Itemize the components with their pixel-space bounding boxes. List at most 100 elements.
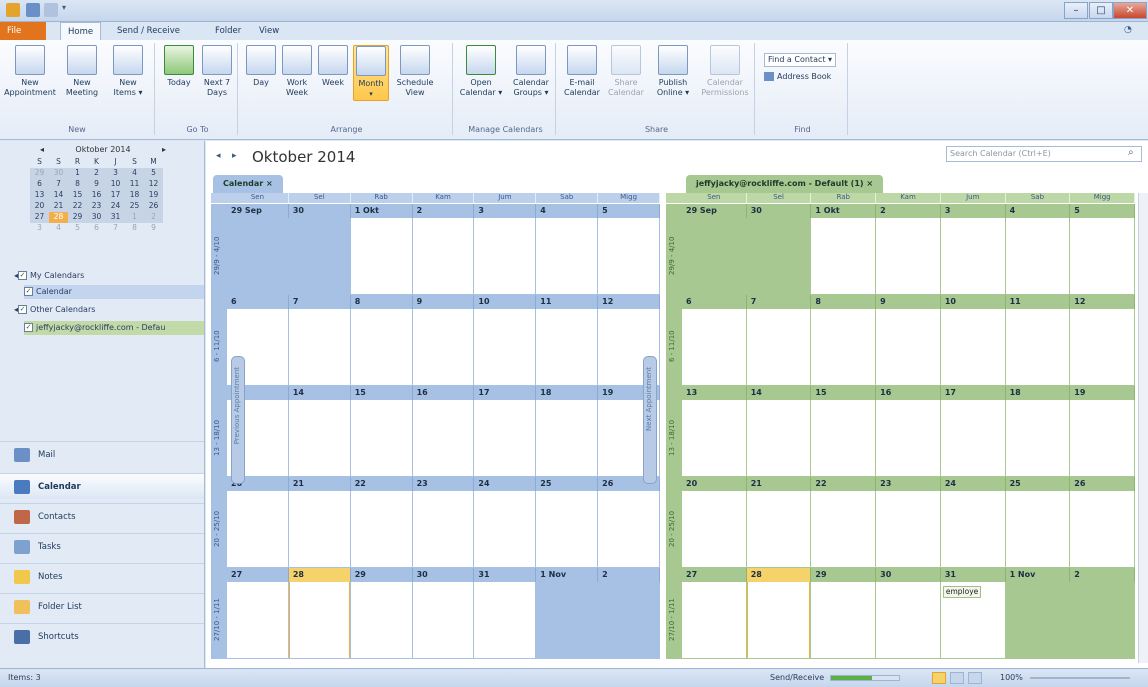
- nav-shortcuts[interactable]: Shortcuts: [0, 623, 204, 649]
- day-label[interactable]: 29: [811, 568, 877, 582]
- day-cell[interactable]: [876, 582, 940, 658]
- day-label[interactable]: 10: [940, 295, 1006, 309]
- date-navigator-day[interactable]: 17: [106, 190, 125, 201]
- day-cell[interactable]: [811, 491, 876, 567]
- day-cell[interactable]: [682, 309, 746, 385]
- day-label[interactable]: 12: [598, 295, 660, 309]
- day-label[interactable]: 3: [474, 204, 537, 218]
- day-label[interactable]: 24: [474, 477, 537, 491]
- day-cell[interactable]: [746, 582, 811, 658]
- close-button[interactable]: ✕: [1113, 2, 1147, 19]
- publish-online-button[interactable]: Publish Online ▾: [651, 45, 695, 98]
- date-navigator-day[interactable]: 28: [49, 212, 68, 223]
- checkbox-icon[interactable]: ✓: [24, 323, 33, 332]
- day-label[interactable]: 23: [876, 477, 941, 491]
- zoom-slider[interactable]: [1030, 677, 1130, 679]
- calendar-permissions-button[interactable]: Calendar Permissions: [699, 45, 751, 98]
- tab-view[interactable]: View: [252, 22, 286, 40]
- day-cell[interactable]: [474, 491, 536, 567]
- date-navigator-day[interactable]: 25: [125, 201, 144, 212]
- reading-view-icon[interactable]: [950, 672, 964, 684]
- date-navigator-day[interactable]: 14: [49, 190, 68, 201]
- work-week-button[interactable]: Work Week: [281, 45, 313, 98]
- day-cell[interactable]: [682, 400, 746, 476]
- day-label[interactable]: 11: [1005, 295, 1071, 309]
- day-label[interactable]: 8: [811, 295, 877, 309]
- normal-view-icon[interactable]: [932, 672, 946, 684]
- date-navigator-day[interactable]: 10: [106, 179, 125, 190]
- help-icon[interactable]: ◔: [1124, 25, 1142, 37]
- tree-shared-calendar[interactable]: ✓ jeffyjacky@rockliffe.com - Defau: [24, 321, 204, 335]
- day-cell[interactable]: [811, 218, 876, 294]
- day-label[interactable]: 29: [350, 568, 413, 582]
- day-label[interactable]: 1 Okt: [811, 204, 877, 218]
- date-navigator-day[interactable]: 19: [144, 190, 163, 201]
- date-navigator-day[interactable]: 8: [125, 223, 144, 234]
- day-label[interactable]: 31: [474, 568, 537, 582]
- day-cell[interactable]: [940, 400, 1005, 476]
- appointment-item[interactable]: employe: [942, 586, 982, 598]
- day-cell[interactable]: [288, 400, 350, 476]
- day-cell[interactable]: [536, 582, 598, 658]
- day-label[interactable]: 29 Sep: [227, 204, 289, 218]
- new-items-button[interactable]: New Items ▾: [106, 45, 150, 98]
- tab-file[interactable]: File: [0, 22, 46, 40]
- date-navigator-day[interactable]: 6: [87, 223, 106, 234]
- day-label[interactable]: 26: [1070, 477, 1135, 491]
- day-cell[interactable]: [350, 400, 412, 476]
- day-label[interactable]: 17: [940, 386, 1006, 400]
- day-cell[interactable]: [876, 218, 940, 294]
- day-cell[interactable]: [474, 582, 536, 658]
- day-cell[interactable]: [288, 218, 350, 294]
- day-label[interactable]: 6: [227, 295, 289, 309]
- day-cell[interactable]: [598, 582, 659, 658]
- date-navigator-day[interactable]: 22: [68, 201, 87, 212]
- day-cell[interactable]: [1070, 491, 1134, 567]
- tab-send-receive[interactable]: Send / Receive: [110, 22, 187, 40]
- date-navigator-day[interactable]: 2: [87, 168, 106, 179]
- date-navigator-day[interactable]: 9: [144, 223, 163, 234]
- tree-calendar[interactable]: ✓ Calendar: [24, 285, 204, 299]
- next-appointment-tab[interactable]: Next Appointment: [643, 356, 657, 484]
- day-label[interactable]: 30: [288, 204, 351, 218]
- share-calendar-button[interactable]: Share Calendar: [605, 45, 647, 98]
- nav-mail[interactable]: Mail: [0, 441, 204, 467]
- checkbox-icon[interactable]: ✓: [18, 305, 28, 314]
- maximize-button[interactable]: □: [1089, 2, 1113, 19]
- day-cell[interactable]: [350, 582, 412, 658]
- open-calendar-button[interactable]: Open Calendar ▾: [458, 45, 504, 98]
- tab-calendar[interactable]: Calendar ×: [213, 175, 283, 193]
- day-cell[interactable]: [876, 400, 940, 476]
- day-label[interactable]: 14: [746, 386, 812, 400]
- day-label[interactable]: 30: [876, 568, 941, 582]
- month-view-button[interactable]: Month ▾: [353, 45, 389, 101]
- day-cell[interactable]: [288, 582, 350, 658]
- nav-tasks[interactable]: Tasks: [0, 533, 204, 559]
- today-button[interactable]: Today: [162, 45, 196, 88]
- day-cell[interactable]: [412, 309, 474, 385]
- day-label[interactable]: 9: [412, 295, 475, 309]
- day-label[interactable]: 30: [746, 204, 812, 218]
- minimize-button[interactable]: –: [1064, 2, 1088, 19]
- day-cell[interactable]: [474, 400, 536, 476]
- day-cell[interactable]: [412, 582, 474, 658]
- checkbox-icon[interactable]: ✓: [24, 287, 33, 296]
- date-navigator-day[interactable]: 5: [68, 223, 87, 234]
- email-calendar-button[interactable]: E-mail Calendar: [561, 45, 603, 98]
- date-navigator-day[interactable]: 18: [125, 190, 144, 201]
- date-navigator-day[interactable]: 2: [144, 212, 163, 223]
- day-cell[interactable]: [288, 309, 350, 385]
- customize-qat-icon[interactable]: ▾: [62, 3, 70, 17]
- date-navigator-day[interactable]: 23: [87, 201, 106, 212]
- day-cell[interactable]: [811, 400, 876, 476]
- day-cell[interactable]: [746, 309, 811, 385]
- day-cell[interactable]: [288, 491, 350, 567]
- new-meeting-button[interactable]: New Meeting: [62, 45, 102, 98]
- day-label[interactable]: 25: [1005, 477, 1071, 491]
- day-label[interactable]: 27: [682, 568, 747, 582]
- day-view-button[interactable]: Day: [245, 45, 277, 88]
- day-cell[interactable]: [940, 309, 1005, 385]
- day-cell[interactable]: [412, 491, 474, 567]
- day-cell[interactable]: [350, 218, 412, 294]
- day-cell[interactable]: [227, 491, 288, 567]
